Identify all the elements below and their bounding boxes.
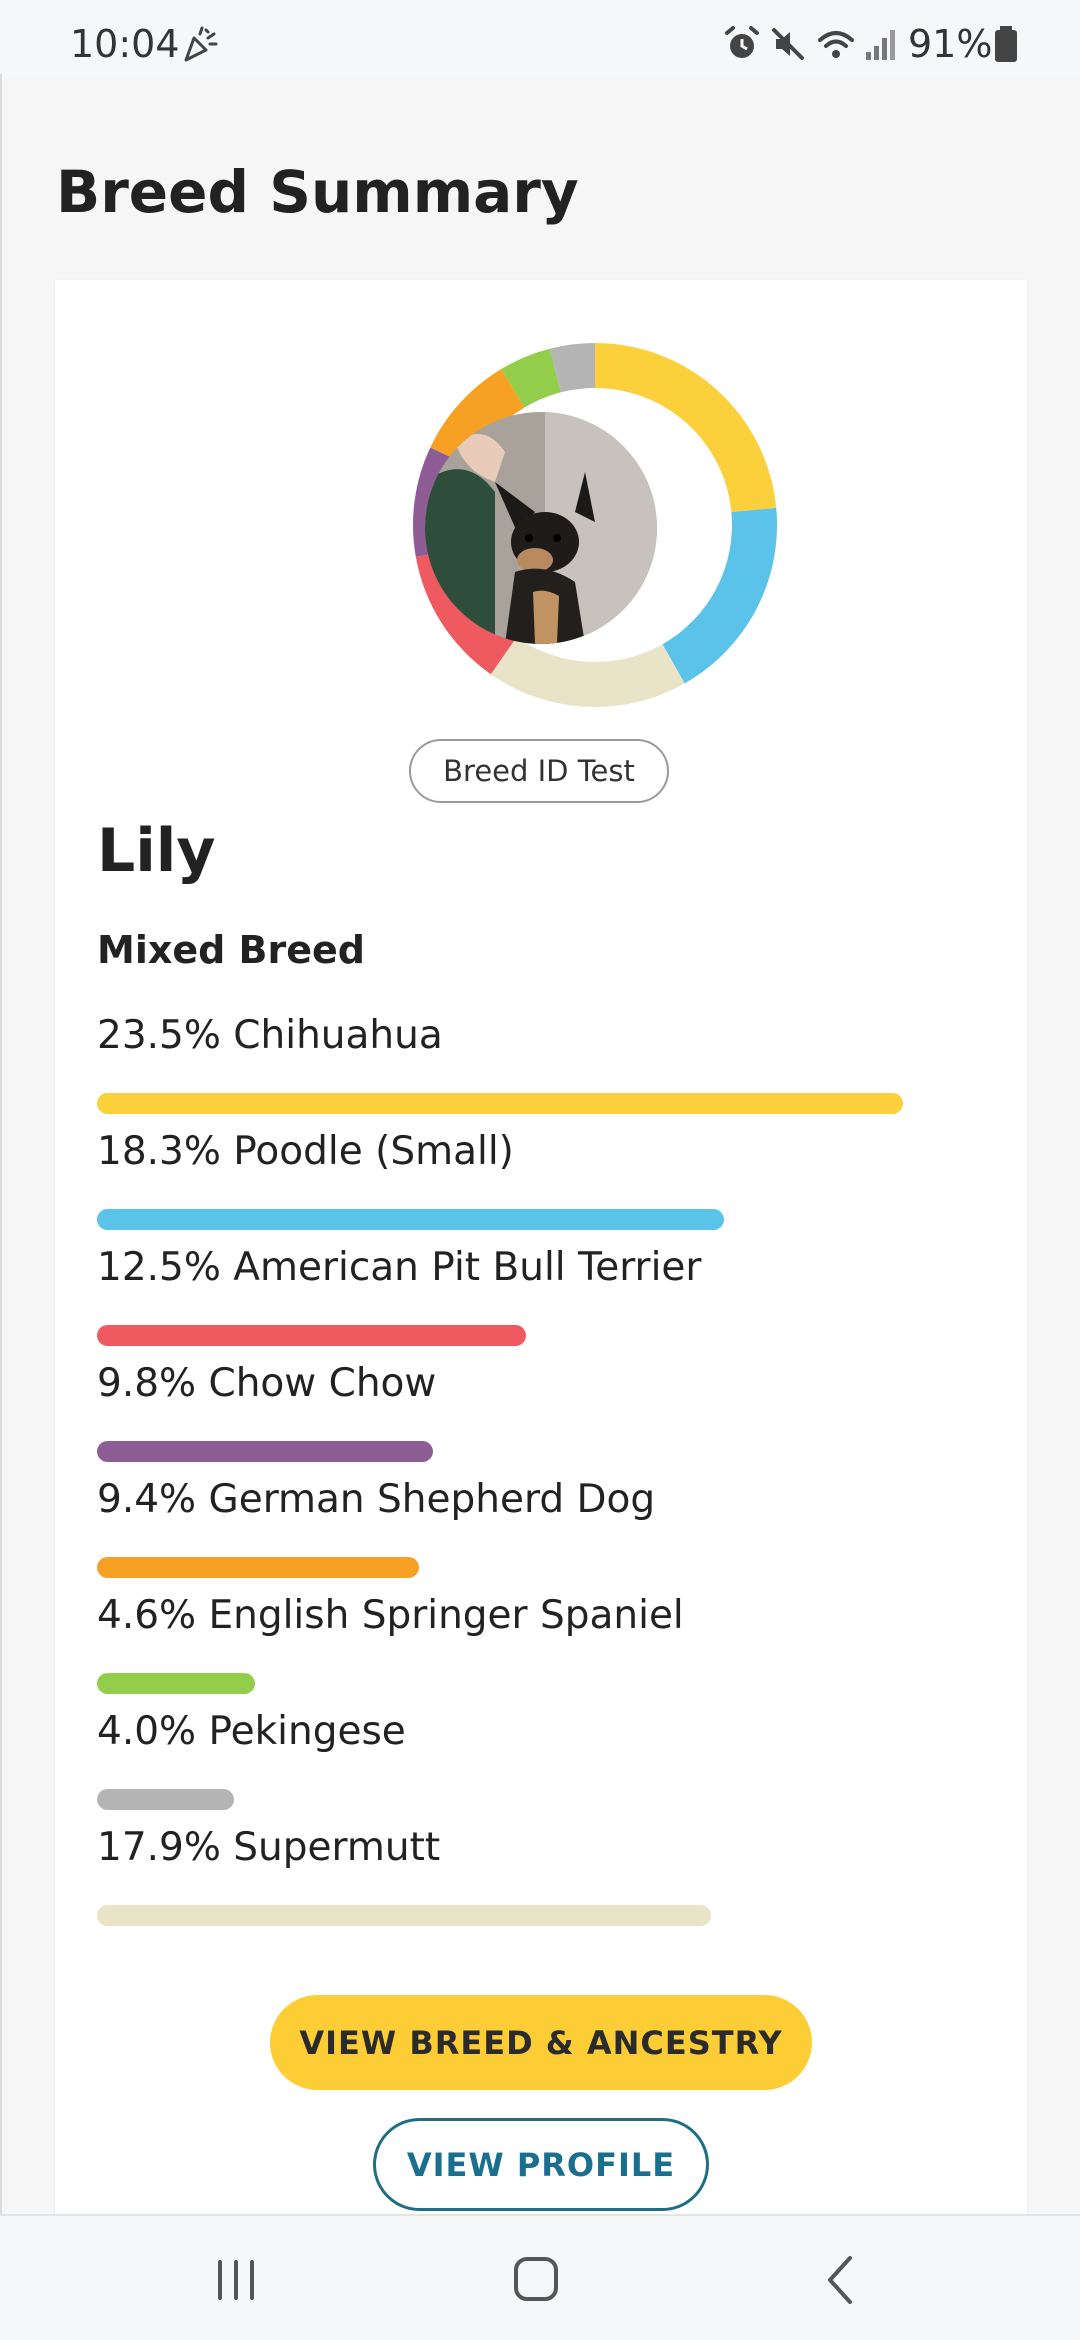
donut-segment (490, 637, 685, 707)
breed-row: 4.0% Pekingese (97, 1709, 977, 1825)
dog-illustration (425, 412, 657, 644)
breed-row: 9.4% German Shepherd Dog (97, 1477, 977, 1593)
breed-list: 23.5% Chihuahua 18.3% Poodle (Small) 12.… (97, 1013, 977, 1941)
breed-label: 18.3% Poodle (Small) (97, 1129, 514, 1174)
battery-percent: 91% (908, 22, 993, 66)
back-button[interactable] (800, 2244, 880, 2314)
breed-row: 9.8% Chow Chow (97, 1361, 977, 1477)
breed-bar (97, 1441, 433, 1462)
breed-bar (97, 1325, 526, 1346)
status-bar: 10:04 91% (0, 0, 1080, 74)
breed-label: 9.8% Chow Chow (97, 1361, 437, 1406)
breed-row: 17.9% Supermutt (97, 1825, 977, 1941)
breed-label: 4.6% English Springer Spaniel (97, 1593, 684, 1638)
back-icon (828, 2256, 852, 2304)
breed-label: 17.9% Supermutt (97, 1825, 441, 1870)
home-icon (514, 2257, 558, 2301)
party-popper-icon (184, 26, 218, 62)
breed-bar (97, 1673, 255, 1694)
breed-row: 23.5% Chihuahua (97, 1013, 977, 1129)
wifi-icon (818, 31, 854, 58)
recent-apps-icon (218, 2260, 254, 2300)
home-button[interactable] (496, 2244, 576, 2314)
alarm-icon (725, 26, 759, 58)
breed-label: 9.4% German Shepherd Dog (97, 1477, 656, 1522)
view-profile-button[interactable]: VIEW PROFILE (373, 2118, 709, 2211)
breed-bar (97, 1557, 419, 1578)
status-time: 10:04 (70, 22, 180, 66)
breed-bar (97, 1789, 234, 1810)
breed-label: 4.0% Pekingese (97, 1709, 406, 1754)
dog-name: Lily (97, 816, 216, 886)
breed-label: 12.5% American Pit Bull Terrier (97, 1245, 702, 1290)
navigation-bar (0, 2214, 1080, 2340)
breed-summary-card: Breed ID Test Lily Mixed Breed 23.5% Chi… (55, 280, 1027, 2280)
page-border (0, 74, 2, 2214)
breed-row: 12.5% American Pit Bull Terrier (97, 1245, 977, 1361)
mute-icon (772, 28, 804, 60)
recent-apps-button[interactable] (196, 2244, 276, 2314)
view-breed-ancestry-button[interactable]: VIEW BREED & ANCESTRY (270, 1995, 812, 2090)
page-title: Breed Summary (56, 158, 579, 226)
battery-icon (995, 26, 1017, 62)
signal-icon (866, 30, 895, 60)
donut-segment (662, 507, 777, 684)
breed-row: 18.3% Poodle (Small) (97, 1129, 977, 1245)
dog-photo (425, 412, 657, 644)
mix-label: Mixed Breed (97, 928, 366, 972)
breed-id-test-badge: Breed ID Test (409, 739, 669, 803)
breed-bar (97, 1209, 724, 1230)
breed-label: 23.5% Chihuahua (97, 1013, 443, 1058)
breed-row: 4.6% English Springer Spaniel (97, 1593, 977, 1709)
app-screen: 10:04 91% Breed Summary Breed ID Test Li… (0, 0, 1080, 2340)
breed-bar (97, 1093, 903, 1114)
breed-bar (97, 1905, 711, 1926)
